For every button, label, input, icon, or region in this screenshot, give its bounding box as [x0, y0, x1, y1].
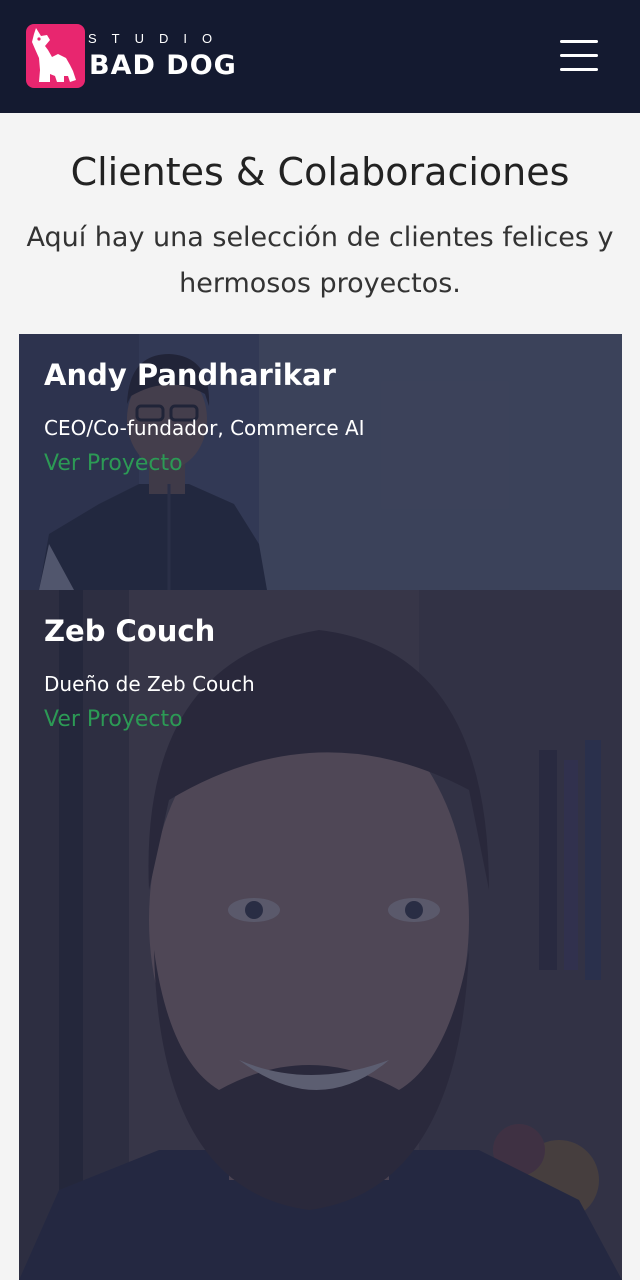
logo-brand-name: BAD DOG	[89, 50, 237, 81]
logo-studio-text: STUDIO	[88, 31, 228, 46]
page-subtitle: Aquí hay una selección de clientes felic…	[26, 222, 614, 299]
client-name: Zeb Couch	[44, 614, 216, 648]
top-navbar: STUDIO BAD DOG	[0, 0, 640, 113]
client-card-zeb[interactable]: Zeb Couch Dueño de Zeb Couch Ver Proyect…	[19, 590, 622, 1280]
page-title: Clientes & Colaboraciones	[70, 150, 570, 194]
client-card-andy[interactable]: Andy Pandharikar CEO/Co-fundador, Commer…	[19, 334, 622, 590]
view-project-link[interactable]: Ver Proyecto	[44, 451, 183, 476]
client-name: Andy Pandharikar	[44, 358, 336, 392]
client-role: CEO/Co-fundador, Commerce AI	[44, 416, 365, 440]
dog-logo-icon	[26, 24, 85, 88]
client-role: Dueño de Zeb Couch	[44, 672, 255, 696]
view-project-link[interactable]: Ver Proyecto	[44, 707, 183, 732]
hamburger-menu-icon[interactable]	[558, 38, 602, 72]
